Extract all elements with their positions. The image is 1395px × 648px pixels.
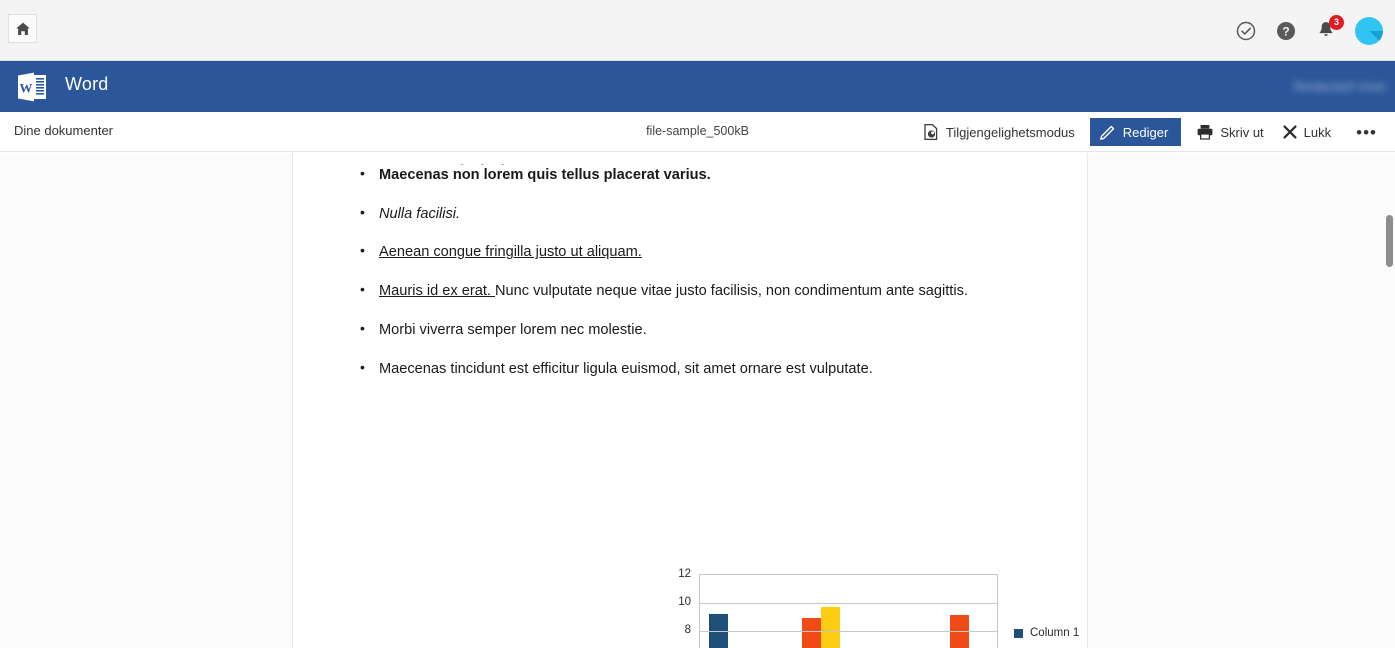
breadcrumb[interactable]: Dine dokumenter — [14, 123, 113, 138]
printer-icon — [1196, 123, 1214, 141]
word-brand-bar: W Word Redacted User — [0, 61, 1395, 112]
chart-y-tick-label: 10 — [678, 596, 691, 608]
bullet-text-segment: Aenean congue fringilla justo ut aliquam… — [379, 244, 642, 261]
print-button-label: Skriv ut — [1220, 124, 1264, 140]
help-icon[interactable]: ? — [1275, 20, 1297, 42]
chart-y-tick-label: 8 — [684, 624, 691, 636]
left-margin-pane — [0, 153, 293, 648]
bullet-text-segment: Maecenas tincidunt est efficitur ligula … — [379, 360, 873, 377]
accessibility-mode-button[interactable]: Tilgjengelighetsmodus — [913, 118, 1084, 146]
chart-legend: Column 1Column 2Column 3 — [1014, 627, 1087, 648]
bullet-text-segment: Maecenas non lorem quis tellus placerat … — [379, 167, 711, 183]
document-bullet-item: Aenean congue fringilla justo ut aliquam… — [334, 241, 1047, 263]
chart-bar-group — [849, 575, 923, 648]
document-bullet-item: Nulla facilisi. — [334, 203, 1047, 225]
clipped-previous-line: . . . — [460, 153, 511, 165]
print-button[interactable]: Skriv ut — [1187, 118, 1272, 146]
more-options-icon[interactable]: ••• — [1346, 124, 1387, 141]
document-bullet-item: Morbi viverra semper lorem nec molestie. — [334, 319, 1047, 341]
svg-text:W: W — [20, 81, 33, 96]
close-button-label: Lukk — [1303, 124, 1332, 140]
vertical-scrollbar[interactable] — [1383, 153, 1395, 648]
workspace: . . . Maecenas non lorem quis tellus pla… — [0, 153, 1395, 648]
chart-legend-item: Column 1 — [1014, 627, 1087, 639]
chart-gridline — [700, 631, 997, 632]
close-button[interactable]: Lukk — [1273, 118, 1340, 146]
notification-bell-icon[interactable]: 3 — [1315, 14, 1344, 43]
word-logo-icon: W — [14, 69, 50, 105]
accessibility-icon — [922, 123, 940, 141]
bullet-text-segment: Morbi viverra semper lorem nec molestie. — [379, 321, 647, 338]
user-name-redacted: Redacted User — [1293, 79, 1387, 94]
accessibility-mode-label: Tilgjengelighetsmodus — [945, 124, 1075, 140]
chart-gridline — [700, 603, 997, 604]
document-bullet-item: Maecenas non lorem quis tellus placerat … — [334, 164, 1047, 186]
bullet-text-segment: Mauris id ex erat. — [379, 283, 495, 300]
check-circle-icon[interactable] — [1235, 20, 1257, 42]
chart-bar-group — [700, 575, 774, 648]
right-margin-pane — [1087, 153, 1395, 648]
system-topbar: ? 3 — [0, 0, 1395, 61]
bullet-text-segment: Nunc vulputate neque vitae justo facilis… — [494, 283, 968, 300]
edit-button-label: Rediger — [1122, 124, 1169, 140]
command-bar-actions: Tilgjengelighetsmodus Rediger Skriv ut L… — [913, 112, 1387, 152]
avatar[interactable] — [1355, 16, 1383, 45]
command-bar: Dine dokumenter file-sample_500kB Tilgje… — [0, 112, 1395, 152]
chart-bar-groups — [700, 575, 997, 648]
pencil-icon — [1099, 123, 1117, 141]
chart-bar — [801, 617, 821, 648]
document-page: . . . Maecenas non lorem quis tellus pla… — [294, 153, 1087, 648]
topbar-icon-group: ? 3 — [1235, 0, 1383, 61]
chart-legend-swatch — [1014, 628, 1023, 638]
chart-y-tick-label: 12 — [678, 568, 691, 580]
app-title: Word — [65, 74, 109, 94]
embedded-bar-chart: 024681012 Row 1Row 2Row 3Row 4 Column 1C… — [669, 565, 1087, 648]
close-icon — [1282, 124, 1298, 140]
chart-bar-group — [774, 575, 848, 648]
chart-plot-area — [699, 574, 998, 648]
document-body: . . . Maecenas non lorem quis tellus pla… — [294, 153, 1087, 397]
notification-badge: 3 — [1329, 14, 1344, 30]
bullet-text-segment: Nulla facilisi. — [379, 205, 461, 222]
home-button[interactable] — [8, 14, 37, 43]
home-icon — [15, 21, 31, 37]
chart-bar-group — [923, 575, 997, 648]
document-bullet-list: Maecenas non lorem quis tellus placerat … — [334, 164, 1047, 380]
scrollbar-thumb[interactable] — [1386, 215, 1393, 267]
chart-y-axis-labels: 024681012 — [669, 565, 691, 648]
svg-text:?: ? — [1282, 24, 1289, 38]
chart-bar — [820, 606, 840, 648]
chart-legend-label: Column 1 — [1030, 627, 1080, 639]
edit-button[interactable]: Rediger — [1089, 118, 1182, 146]
document-bullet-item: Maecenas tincidunt est efficitur ligula … — [334, 358, 1047, 380]
document-bullet-item: Mauris id ex erat. Nunc vulputate neque … — [334, 280, 1047, 302]
